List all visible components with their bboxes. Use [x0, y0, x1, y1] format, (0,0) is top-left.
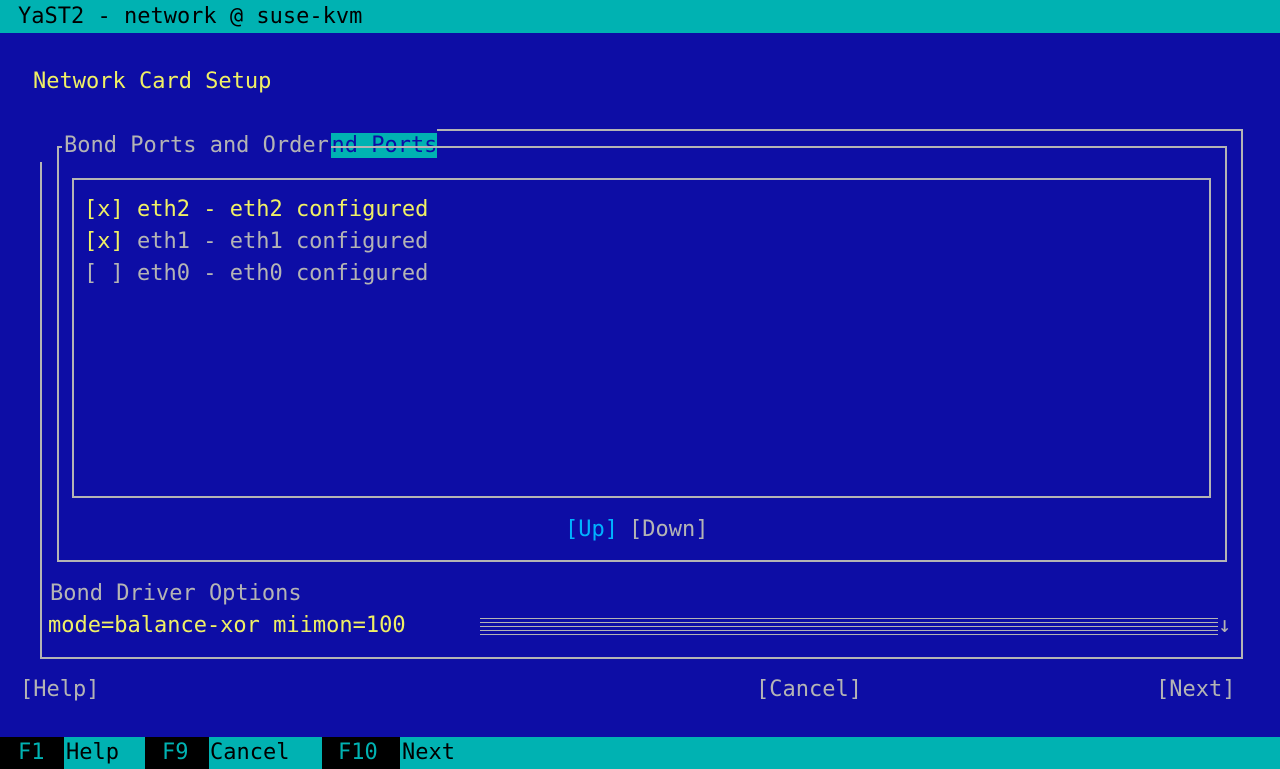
f1-label[interactable]: Help	[66, 737, 119, 769]
f10-key[interactable]: F10	[338, 737, 378, 769]
f9-label[interactable]: Cancel	[210, 737, 289, 769]
window-title: YaST2 - network @ suse-kvm	[18, 4, 363, 29]
arrow-down-icon[interactable]: ↓	[1218, 610, 1231, 642]
combo-filler	[480, 618, 1218, 636]
f9-key[interactable]: F9	[162, 737, 189, 769]
list-item[interactable]: [x] eth2 - eth2 configured	[84, 194, 428, 226]
driver-options-combobox[interactable]: mode=balance-xor miimon=100 ↓	[48, 610, 1234, 642]
up-button[interactable]: [Up]	[565, 514, 618, 546]
f1-key[interactable]: F1	[18, 737, 45, 769]
driver-options-label: Bond Driver Options	[50, 581, 302, 606]
dialog-heading: Network Card Setup	[33, 69, 272, 94]
list-item[interactable]: [x] eth1 - eth1 configured	[84, 226, 428, 258]
help-button[interactable]: [Help]	[20, 674, 99, 706]
driver-options-value: mode=balance-xor miimon=100	[48, 613, 406, 638]
list-item[interactable]: [ ] eth0 - eth0 configured	[84, 258, 428, 290]
next-button[interactable]: [Next]	[1156, 674, 1235, 706]
function-key-bar: F1 Help F9 Cancel F10 Next	[0, 737, 1280, 769]
bond-ports-frame-title: Bond Ports and Order	[62, 130, 331, 162]
down-button[interactable]: [Down]	[629, 514, 708, 546]
cancel-button[interactable]: [Cancel]	[756, 674, 862, 706]
window-titlebar: YaST2 - network @ suse-kvm	[0, 0, 1280, 33]
f10-label[interactable]: Next	[402, 737, 455, 769]
